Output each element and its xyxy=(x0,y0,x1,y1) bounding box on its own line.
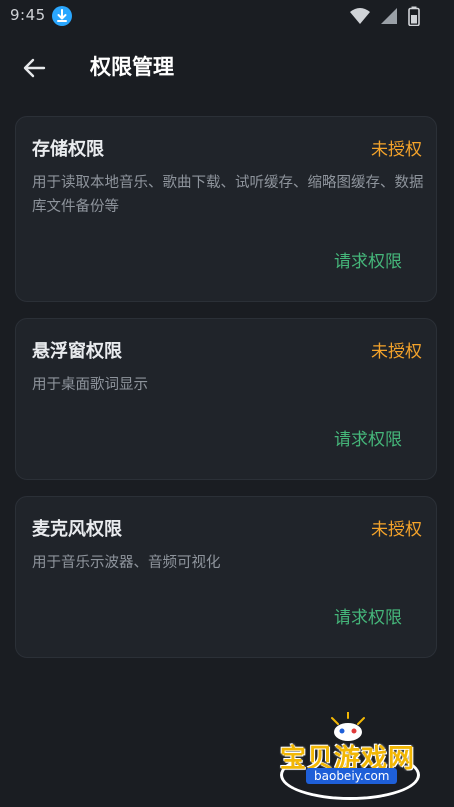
request-permission-button[interactable]: 请求权限 xyxy=(334,247,402,272)
back-button[interactable] xyxy=(18,52,50,84)
request-permission-button[interactable]: 请求权限 xyxy=(334,425,402,450)
status-bar: 9:45 xyxy=(0,0,454,32)
permission-title: 麦克风权限 xyxy=(32,519,122,540)
permission-description: 用于音乐示波器、音频可视化 xyxy=(32,555,221,571)
permission-description: 用于读取本地音乐、歌曲下载、试听缓存、缩略图缓存、数据库文件备份等 xyxy=(32,175,424,215)
page-title: 权限管理 xyxy=(90,55,174,79)
permission-card-storage: 存储权限 未授权 用于读取本地音乐、歌曲下载、试听缓存、缩略图缓存、数据库文件备… xyxy=(15,116,437,302)
download-icon xyxy=(52,6,72,26)
signal-icon xyxy=(380,7,398,29)
wifi-icon xyxy=(350,7,370,29)
request-permission-button[interactable]: 请求权限 xyxy=(334,603,402,628)
battery-icon xyxy=(408,6,420,30)
watermark-url: baobeiy.com xyxy=(306,768,398,784)
permission-status-badge: 未授权 xyxy=(371,342,422,362)
status-time: 9:45 xyxy=(10,6,46,24)
permission-status-badge: 未授权 xyxy=(371,140,422,160)
watermark-logo: 宝贝游戏网 baobeiy.com xyxy=(276,711,426,804)
permission-status-badge: 未授权 xyxy=(371,520,422,540)
app-bar: 权限管理 xyxy=(0,40,454,96)
permission-description: 用于桌面歌词显示 xyxy=(32,377,148,393)
permission-card-overlay: 悬浮窗权限 未授权 用于桌面歌词显示 请求权限 xyxy=(15,318,437,480)
permission-title: 悬浮窗权限 xyxy=(32,341,122,362)
permission-title: 存储权限 xyxy=(32,139,104,160)
permission-card-microphone: 麦克风权限 未授权 用于音乐示波器、音频可视化 请求权限 xyxy=(15,496,437,658)
arrow-left-icon xyxy=(18,58,50,88)
